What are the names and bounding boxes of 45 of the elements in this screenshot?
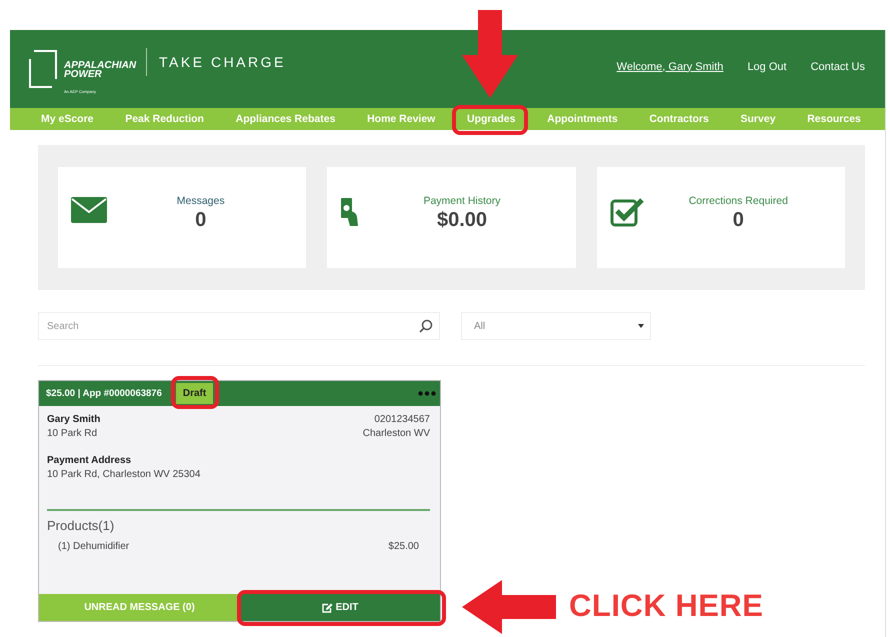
edit-button[interactable]: EDIT	[240, 594, 440, 621]
nav-item[interactable]: Survey	[740, 113, 776, 125]
envelope-icon	[71, 197, 107, 223]
customer-city: Charleston WV	[362, 428, 430, 439]
header-link[interactable]: Contact Us	[810, 60, 865, 72]
application-title: $25.00 | App #0000063876	[46, 388, 162, 399]
logo-frame-icon	[28, 49, 58, 89]
customer-name: Gary Smith	[47, 414, 100, 425]
payment-address: 10 Park Rd, Charleston WV 25304	[47, 469, 202, 480]
stat-label: Messages	[176, 195, 225, 207]
dropdown-caret-icon	[638, 324, 644, 328]
product-price: $25.00	[388, 541, 419, 552]
product-name: TAKE CHARGE	[159, 54, 286, 70]
callout-text: CLICK HERE	[569, 588, 764, 624]
header-link[interactable]: Log Out	[747, 60, 787, 72]
customer-street: 10 Park Rd	[47, 428, 98, 439]
nav-item[interactable]: Resources	[807, 113, 861, 125]
product-name: (1) Dehumidifier	[58, 541, 130, 552]
stat-value: 0	[732, 209, 744, 232]
nav-item[interactable]: Upgrades	[467, 113, 516, 125]
search-icon	[419, 319, 433, 333]
stat-label: Corrections Required	[688, 195, 788, 207]
cash-hand-icon	[340, 197, 360, 227]
nav-item[interactable]: My eScore	[41, 113, 94, 125]
checkbox-icon	[610, 197, 644, 227]
status-badge: Draft	[176, 383, 214, 404]
nav-item[interactable]: Contractors	[649, 113, 709, 125]
search-field[interactable]: Search	[38, 312, 440, 340]
status-dropdown[interactable]: All	[461, 312, 651, 340]
account-number: 0201234567	[374, 414, 430, 425]
welcome-link[interactable]: Welcome, Gary Smith	[616, 60, 724, 72]
nav-item[interactable]: Appliances Rebates	[236, 113, 336, 125]
nav-item[interactable]: Appointments	[547, 113, 618, 125]
brand-name: APPALACHIAN POWER	[64, 60, 136, 78]
unread-messages-button[interactable]: UNREAD MESSAGE (0)	[39, 594, 240, 621]
nav-item[interactable]: Peak Reduction	[125, 113, 204, 125]
more-options-icon[interactable]	[418, 391, 436, 396]
products-heading: Products(1)	[47, 518, 116, 533]
stat-label: Payment History	[423, 195, 500, 207]
payment-address-label: Payment Address	[47, 455, 132, 466]
highlight-ring	[171, 376, 219, 409]
nav-item[interactable]: Home Review	[367, 113, 436, 125]
stat-value: 0	[195, 209, 206, 232]
stat-value: $0.00	[436, 209, 488, 232]
edit-icon	[322, 602, 333, 612]
